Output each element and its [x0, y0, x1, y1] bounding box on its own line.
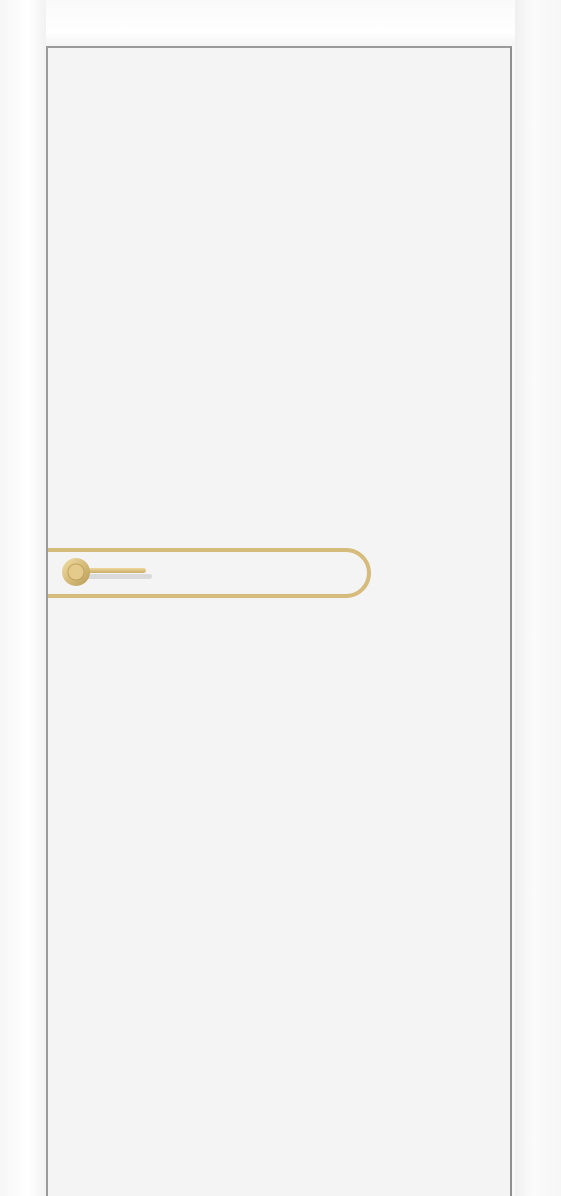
rosette-icon [62, 558, 90, 586]
handle-shadow [80, 574, 152, 579]
door-hardware-art [48, 548, 371, 598]
door-scene [0, 0, 561, 1196]
